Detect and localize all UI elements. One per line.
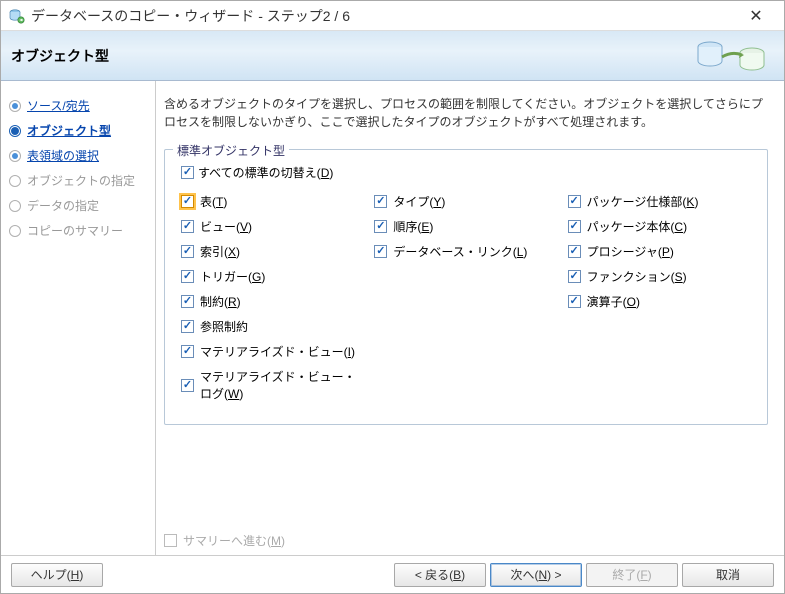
checkbox-row[interactable]: ファンクション(S): [568, 264, 751, 289]
checkbox-row[interactable]: データベース・リンク(L): [374, 239, 557, 264]
summary-advance-checkbox: [164, 534, 177, 547]
object-type-label: 演算子(O): [587, 293, 640, 310]
checkbox-row[interactable]: トリガー(G): [181, 264, 364, 289]
checkbox-row[interactable]: パッケージ本体(C): [568, 214, 751, 239]
checkbox-row[interactable]: 制約(R): [181, 289, 364, 314]
checkbox-column-0: 表(T) ビュー(V) 索引(X) トリガー(G) 制約(R) 参照制約マテリアライズド・…: [181, 189, 364, 406]
object-type-checkbox[interactable]: [181, 379, 194, 392]
object-type-label: マテリアライズド・ビュー・ログ(W): [200, 368, 364, 402]
standard-object-types-fieldset: 標準オブジェクト型 すべての標準の切替え(D) 表(T)ビュー(V)索引(X)ト…: [164, 149, 768, 425]
checkbox-row[interactable]: 索引(X): [181, 239, 364, 264]
wizard-step-2[interactable]: 表領域の選択: [5, 143, 151, 168]
object-type-label: タイプ(Y): [393, 193, 445, 210]
checkbox-row[interactable]: 表(T): [181, 189, 364, 214]
bottom-button-bar: ヘルプ(H) < 戻る(B) 次へ(N) > 終了(F) 取消: [1, 555, 784, 593]
object-type-checkbox[interactable]: [568, 220, 581, 233]
page-title: オブジェクト型: [11, 46, 109, 66]
object-type-checkbox[interactable]: [181, 295, 194, 308]
help-button[interactable]: ヘルプ(H): [11, 563, 103, 587]
body-area: ソース/宛先オブジェクト型表領域の選択オブジェクトの指定データの指定コピーのサマ…: [1, 81, 784, 555]
header-graphic-icon: [686, 35, 776, 75]
wizard-step-1[interactable]: オブジェクト型: [5, 118, 151, 143]
close-icon: ✕: [749, 6, 762, 26]
checkbox-row[interactable]: プロシージャ(P): [568, 239, 751, 264]
object-type-checkbox[interactable]: [568, 295, 581, 308]
object-type-label: 索引(X): [200, 243, 240, 260]
checkbox-row[interactable]: マテリアライズド・ビュー・ログ(W): [181, 364, 364, 406]
main-panel: 含めるオブジェクトのタイプを選択し、プロセスの範囲を制限してください。オブジェク…: [156, 81, 784, 555]
object-type-checkbox[interactable]: [181, 320, 194, 333]
instructions-text: 含めるオブジェクトのタイプを選択し、プロセスの範囲を制限してください。オブジェク…: [164, 95, 768, 131]
titlebar: データベースのコピー・ウィザード - ステップ2 / 6 ✕: [1, 1, 784, 31]
step-marker-icon: [9, 175, 21, 187]
object-type-checkbox[interactable]: [568, 245, 581, 258]
checkbox-row[interactable]: 演算子(O): [568, 289, 751, 314]
checkbox-row[interactable]: ビュー(V): [181, 214, 364, 239]
object-type-checkbox[interactable]: [568, 270, 581, 283]
fieldset-legend: 標準オブジェクト型: [173, 142, 289, 159]
object-type-checkbox[interactable]: [181, 345, 194, 358]
wizard-step-5: コピーのサマリー: [5, 218, 151, 243]
wizard-steps-sidebar: ソース/宛先オブジェクト型表領域の選択オブジェクトの指定データの指定コピーのサマ…: [1, 81, 156, 555]
object-type-checkbox[interactable]: [374, 245, 387, 258]
object-type-checkbox[interactable]: [181, 195, 194, 208]
app-icon: [9, 8, 25, 24]
object-type-label: パッケージ仕様部(K): [587, 193, 699, 210]
object-type-label: ファンクション(S): [587, 268, 687, 285]
object-type-checkbox[interactable]: [181, 245, 194, 258]
finish-button: 終了(F): [586, 563, 678, 587]
close-button[interactable]: ✕: [736, 2, 776, 30]
summary-advance-label: サマリーへ進む(M): [183, 532, 285, 549]
cancel-button[interactable]: 取消: [682, 563, 774, 587]
object-type-label: ビュー(V): [200, 218, 252, 235]
next-button[interactable]: 次へ(N) >: [490, 563, 582, 587]
toggle-all-row[interactable]: すべての標準の切替え(D): [181, 164, 751, 181]
checkbox-row[interactable]: 順序(E): [374, 214, 557, 239]
object-type-label: 順序(E): [393, 218, 433, 235]
object-type-checkbox[interactable]: [181, 220, 194, 233]
toggle-all-label: すべての標準の切替え(D): [198, 164, 333, 181]
step-label[interactable]: ソース/宛先: [27, 97, 90, 114]
step-label[interactable]: オブジェクト型: [27, 122, 111, 139]
checkbox-column-1: タイプ(Y) 順序(E) データベース・リンク(L): [374, 189, 557, 406]
wizard-step-0[interactable]: ソース/宛先: [5, 93, 151, 118]
step-label[interactable]: 表領域の選択: [27, 147, 99, 164]
checkbox-row[interactable]: タイプ(Y): [374, 189, 557, 214]
wizard-header: オブジェクト型: [1, 31, 784, 81]
object-type-label: 制約(R): [200, 293, 241, 310]
object-type-label: 表(T): [200, 193, 227, 210]
object-type-label: トリガー(G): [200, 268, 265, 285]
checkbox-columns: 表(T) ビュー(V) 索引(X) トリガー(G) 制約(R) 参照制約マテリアライズド・…: [181, 189, 751, 406]
object-type-label: データベース・リンク(L): [393, 243, 527, 260]
step-label: オブジェクトの指定: [27, 172, 135, 189]
step-marker-icon: [9, 100, 21, 112]
step-label: コピーのサマリー: [27, 222, 123, 239]
object-type-checkbox[interactable]: [374, 220, 387, 233]
step-label: データの指定: [27, 197, 99, 214]
object-type-label: マテリアライズド・ビュー(I): [200, 343, 355, 360]
wizard-step-4: データの指定: [5, 193, 151, 218]
toggle-all-checkbox[interactable]: [181, 166, 194, 179]
wizard-step-3: オブジェクトの指定: [5, 168, 151, 193]
object-type-label: プロシージャ(P): [587, 243, 674, 260]
step-marker-icon: [9, 225, 21, 237]
object-type-checkbox[interactable]: [374, 195, 387, 208]
object-type-label: 参照制約: [200, 318, 248, 335]
object-type-checkbox[interactable]: [568, 195, 581, 208]
back-button[interactable]: < 戻る(B): [394, 563, 486, 587]
object-type-label: パッケージ本体(C): [587, 218, 687, 235]
checkbox-row[interactable]: パッケージ仕様部(K): [568, 189, 751, 214]
summary-advance-row: サマリーへ進む(M): [164, 532, 285, 549]
step-marker-icon: [9, 125, 21, 137]
checkbox-column-2: パッケージ仕様部(K) パッケージ本体(C) プロシージャ(P) ファンクション(S)…: [568, 189, 751, 406]
checkbox-row[interactable]: マテリアライズド・ビュー(I): [181, 339, 364, 364]
checkbox-row[interactable]: 参照制約: [181, 314, 364, 339]
object-type-checkbox[interactable]: [181, 270, 194, 283]
step-marker-icon: [9, 150, 21, 162]
step-marker-icon: [9, 200, 21, 212]
window-title: データベースのコピー・ウィザード - ステップ2 / 6: [31, 6, 736, 26]
